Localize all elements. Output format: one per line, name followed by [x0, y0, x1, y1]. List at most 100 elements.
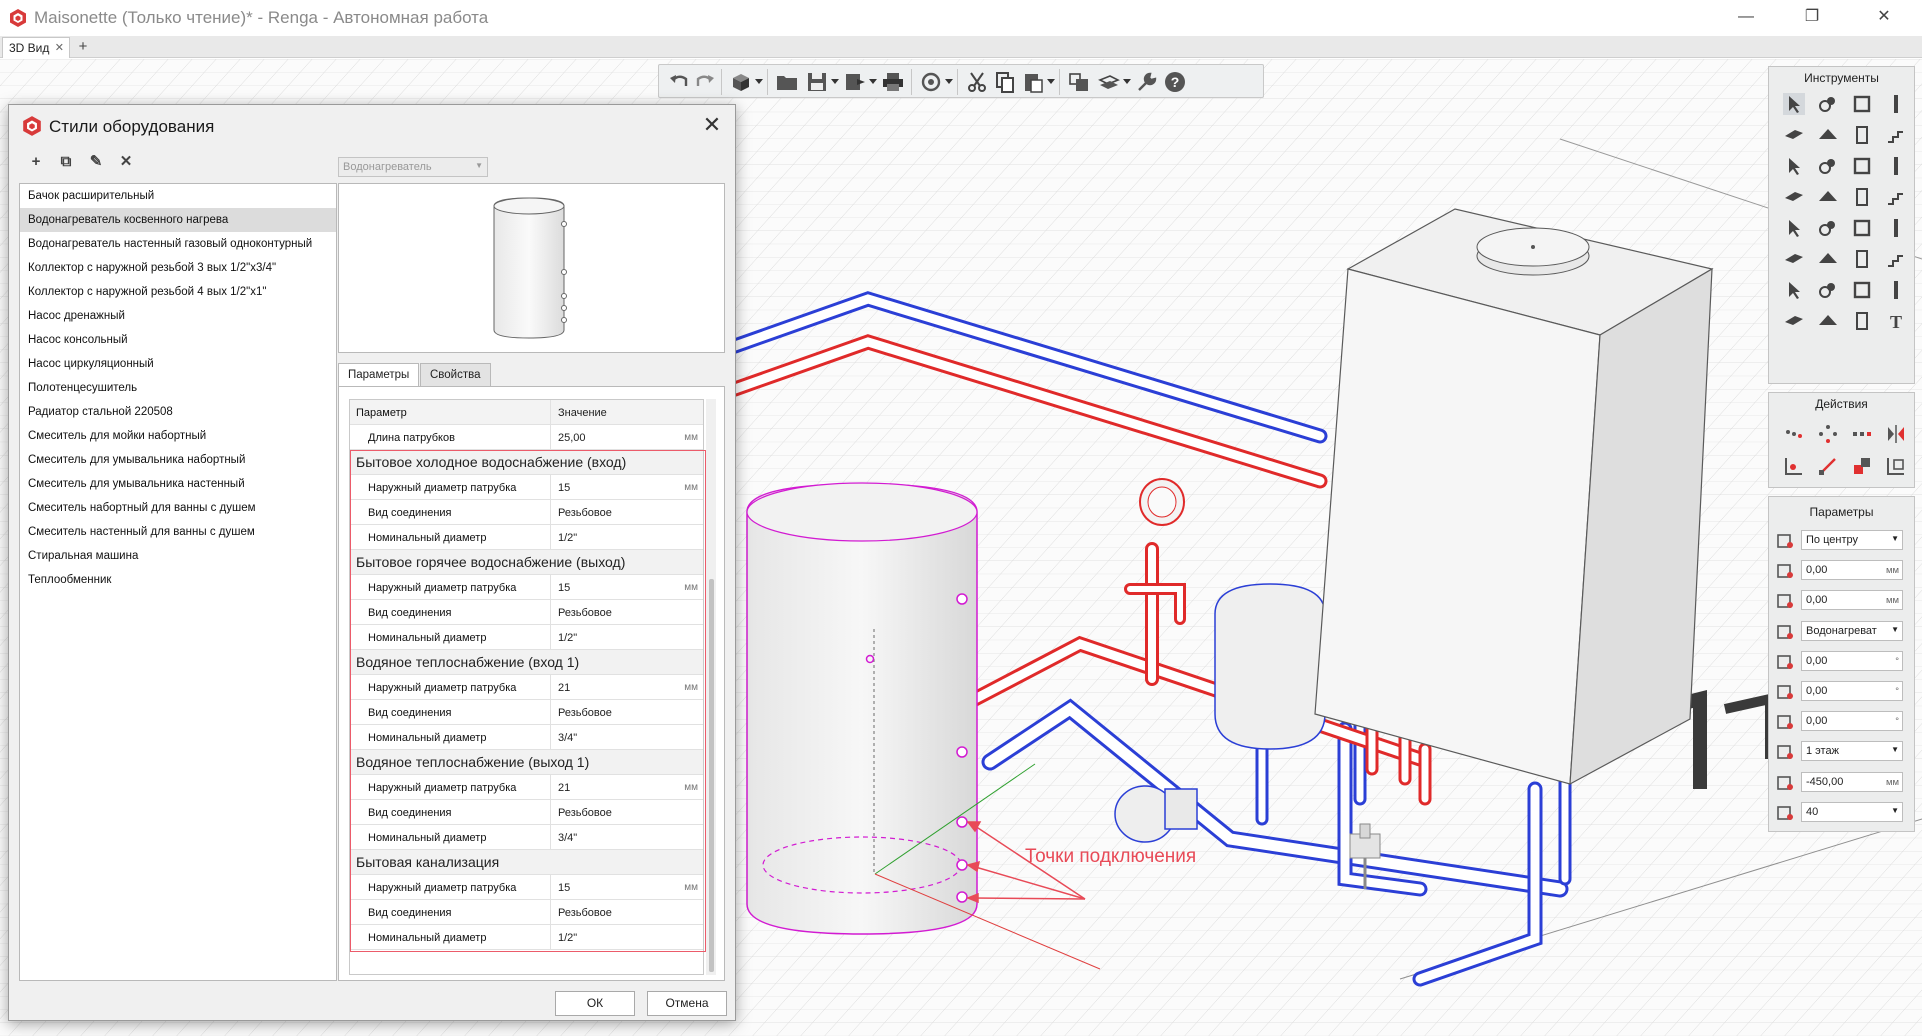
side-param-field[interactable]: 1 этаж ▼	[1801, 741, 1903, 762]
heater-icon[interactable]	[1851, 248, 1873, 270]
line-icon[interactable]	[1817, 155, 1839, 177]
cancel-button[interactable]: Отмена	[647, 991, 727, 1016]
rotate-icon[interactable]	[1817, 423, 1839, 445]
chevron-down-icon[interactable]	[1047, 77, 1055, 85]
list-item[interactable]: Радиатор стальной 220508	[20, 400, 336, 424]
param-value[interactable]: Резьбовое	[550, 800, 703, 824]
undo-icon[interactable]	[667, 70, 691, 94]
save-icon[interactable]	[805, 70, 829, 94]
column-icon[interactable]	[1885, 93, 1907, 115]
side-param-field[interactable]: 40 ▼	[1801, 801, 1903, 822]
param-value[interactable]: Резьбовое	[550, 500, 703, 524]
delete-style-button[interactable]: ✕	[117, 153, 135, 171]
stair-icon[interactable]	[1885, 124, 1907, 146]
valve-group-icon[interactable]	[1783, 248, 1805, 270]
param-group-header[interactable]: Бытовое горячее водоснабжение (выход)	[350, 550, 703, 575]
side-param-field[interactable]: 0,00 °	[1801, 681, 1903, 701]
scale-icon[interactable]	[1817, 455, 1839, 477]
print-icon[interactable]	[881, 70, 905, 94]
lamp-icon[interactable]	[1817, 248, 1839, 270]
side-param-field[interactable]: 0,00 °	[1801, 711, 1903, 732]
list-item[interactable]: Смеситель для мойки набортный	[20, 424, 336, 448]
redo-icon[interactable]	[693, 70, 717, 94]
list-item[interactable]: Насос дренажный	[20, 304, 336, 328]
hatch-icon[interactable]	[1851, 310, 1873, 332]
param-group-header[interactable]: Бытовое холодное водоснабжение (вход)	[350, 450, 703, 475]
chevron-down-icon[interactable]	[1123, 77, 1131, 85]
add-style-button[interactable]: +	[27, 153, 45, 171]
tab-close-icon[interactable]: ✕	[55, 41, 64, 54]
chevron-down-icon[interactable]: ▼	[1891, 745, 1899, 754]
list-item[interactable]: Водонагреватель настенный газовый одноко…	[20, 232, 336, 256]
list-item[interactable]: Теплообменник	[20, 568, 336, 592]
tank-icon[interactable]	[1817, 217, 1839, 239]
align-icon[interactable]	[1783, 455, 1805, 477]
param-value[interactable]: 21 мм	[550, 775, 703, 799]
chevron-down-icon[interactable]: ▼	[1891, 806, 1899, 815]
pin-icon[interactable]	[1885, 455, 1907, 477]
list-item[interactable]: Полотенцесушитель	[20, 376, 336, 400]
cabinet-icon[interactable]	[1783, 279, 1805, 301]
select-icon[interactable]	[1783, 93, 1805, 115]
chevron-down-icon[interactable]	[945, 77, 953, 85]
list-item[interactable]: Коллектор с наружной резьбой 3 вых 1/2"x…	[20, 256, 336, 280]
list-item[interactable]: Смеситель набортный для ванны с душем	[20, 496, 336, 520]
param-value[interactable]: Резьбовое	[550, 700, 703, 724]
list-item[interactable]: Смеситель настенный для ванны с душем	[20, 520, 336, 544]
copy-array-icon[interactable]	[1851, 423, 1873, 445]
restore-button[interactable]: ❐	[1784, 0, 1840, 36]
side-param-field[interactable]: 0,00 °	[1801, 650, 1903, 671]
help-icon[interactable]: ?	[1163, 70, 1187, 94]
outlet-icon[interactable]	[1817, 310, 1839, 332]
chevron-down-icon[interactable]: ▼	[1891, 625, 1899, 634]
param-value[interactable]: 3/4"	[550, 725, 703, 749]
param-value[interactable]: 15 мм	[550, 875, 703, 899]
meter-icon[interactable]	[1885, 217, 1907, 239]
param-group-header[interactable]: Водяное теплоснабжение (вход 1)	[350, 650, 703, 675]
side-param-field[interactable]: 0,00 мм	[1801, 560, 1903, 581]
paste-icon[interactable]	[1021, 70, 1045, 94]
switch-icon[interactable]	[1885, 279, 1907, 301]
list-item[interactable]: Коллектор с наружной резьбой 4 вых 1/2"x…	[20, 280, 336, 304]
layers-icon[interactable]	[1067, 70, 1091, 94]
filter-icon[interactable]	[1817, 279, 1839, 301]
param-group-header[interactable]: Водяное теплоснабжение (выход 1)	[350, 750, 703, 775]
accessory-icon[interactable]	[1783, 310, 1805, 332]
export-icon[interactable]	[843, 70, 867, 94]
duct-icon[interactable]	[1885, 155, 1907, 177]
move-icon[interactable]	[1783, 423, 1805, 445]
minimize-button[interactable]: —	[1718, 0, 1774, 36]
dialog-close-button[interactable]: ✕	[699, 113, 725, 139]
param-value[interactable]: 25,00 мм	[550, 425, 703, 449]
side-param-field[interactable]: 0,00 мм	[1801, 590, 1903, 611]
duplicate-style-button[interactable]: ⧉	[57, 153, 75, 171]
tab-parameters[interactable]: Параметры	[338, 363, 420, 386]
orbit-icon[interactable]	[919, 70, 943, 94]
param-value[interactable]: 1/2"	[550, 925, 703, 949]
list-item[interactable]: Бачок расширительный	[20, 184, 336, 208]
rename-style-button[interactable]: ✎	[87, 153, 105, 171]
radiator-icon[interactable]	[1783, 186, 1805, 208]
valve-icon[interactable]	[1885, 186, 1907, 208]
param-value[interactable]: 1/2"	[550, 525, 703, 549]
add-tab-button[interactable]: +	[74, 38, 92, 56]
param-value[interactable]: Резьбовое	[550, 600, 703, 624]
folder-icon[interactable]	[775, 70, 799, 94]
list-item[interactable]: Насос консольный	[20, 328, 336, 352]
text-icon[interactable]: T	[1885, 310, 1907, 332]
table-scrollbar-thumb[interactable]	[709, 579, 714, 972]
param-value[interactable]: 1/2"	[550, 625, 703, 649]
equipment-icon[interactable]	[1851, 155, 1873, 177]
list-item[interactable]: Смеситель для умывальника настенный	[20, 472, 336, 496]
chevron-down-icon[interactable]	[831, 77, 839, 85]
tab-properties[interactable]: Свойства	[420, 363, 491, 386]
beam-icon[interactable]	[1783, 155, 1805, 177]
group-icon[interactable]	[1851, 455, 1873, 477]
roof-icon[interactable]	[1817, 124, 1839, 146]
mirror-icon[interactable]	[1885, 423, 1907, 445]
cube-icon[interactable]	[729, 70, 753, 94]
param-value[interactable]: 15 мм	[550, 475, 703, 499]
param-group-header[interactable]: Бытовая канализация	[350, 850, 703, 875]
param-value[interactable]: 21 мм	[550, 675, 703, 699]
side-param-field[interactable]: По центру ▼	[1801, 530, 1903, 550]
